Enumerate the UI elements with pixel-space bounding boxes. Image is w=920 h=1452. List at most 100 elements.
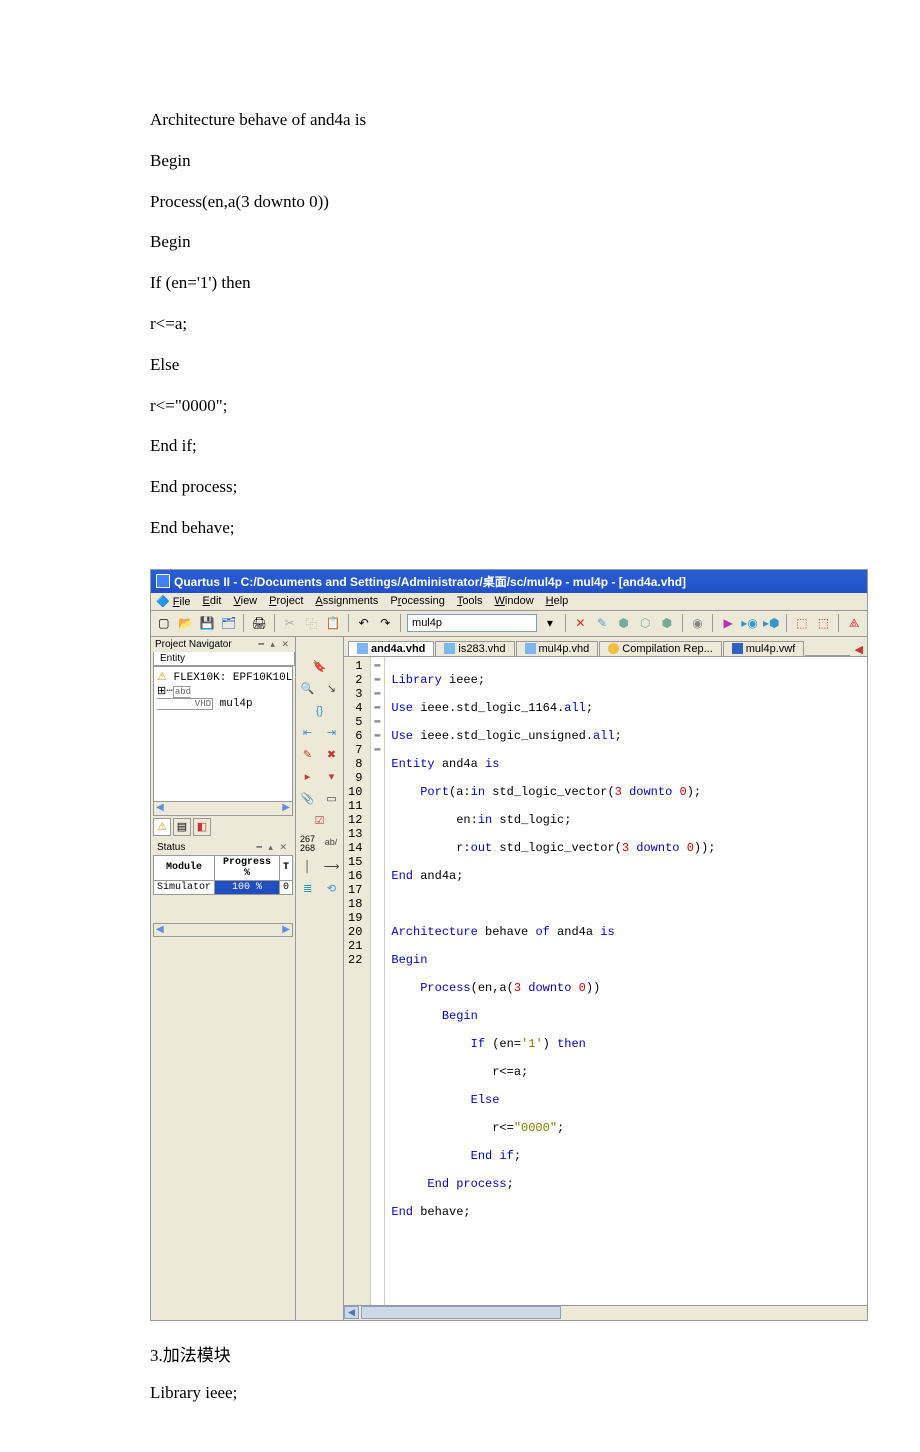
scroll-left-icon[interactable]: ◀ [344, 1306, 359, 1319]
table-row[interactable]: Simulator 100 % 0 [154, 880, 293, 894]
new-file-icon[interactable]: ▢ [155, 614, 173, 632]
vhd-badge-icon: abd VHD [157, 686, 213, 710]
panel-controls[interactable]: ━ ▴ ✕ [259, 639, 291, 650]
scroll-left-icon[interactable]: ◀ [156, 802, 164, 815]
cut-icon[interactable]: ✂ [281, 614, 299, 632]
menu-window[interactable]: Window [495, 595, 534, 608]
compile-icon[interactable]: ▶ [719, 614, 737, 632]
panel-controls[interactable]: ━ ▴ ✕ [257, 842, 289, 853]
divider-icon: │ [300, 859, 316, 875]
design-tab-icon[interactable]: ◧ [193, 818, 211, 836]
dropdown-icon[interactable]: ▾ [541, 614, 559, 632]
code-editor[interactable]: 12345678910111213141516171819202122 ▬▬▬▬… [344, 657, 867, 1305]
brace-icon[interactable]: {} [312, 703, 328, 719]
editor-side-toolbar: 🔖 🔍 ↘ {} ⇤ ⇥ ✎ ✖ ▸ ▾ 📎 ▭ ☑ 267268 ab/ │ ⟶ ≣ ⟲ [296, 637, 344, 1320]
code-line: If (en='1') then [150, 263, 770, 304]
line-numbers-icon[interactable]: 267268 [300, 835, 315, 853]
paste-icon[interactable]: 📋 [324, 614, 342, 632]
scroll-right-icon[interactable]: ▶ [282, 802, 290, 815]
arrow-icon[interactable]: ⟶ [324, 859, 340, 875]
scroll-left-icon[interactable]: ◀ [156, 924, 164, 936]
analyze-icon[interactable]: ▸◉ [741, 614, 759, 632]
stop-icon[interactable]: ◉ [689, 614, 707, 632]
menu-processing[interactable]: Processing [390, 595, 444, 608]
code-line: Begin [150, 222, 770, 263]
scroll-thumb[interactable] [361, 1306, 561, 1319]
hierarchy-tab-icon[interactable]: ⚠ [153, 818, 171, 836]
waveform-icon[interactable]: ⟁ [845, 614, 863, 632]
tabs-scroll-icon[interactable]: ◀ [851, 643, 867, 656]
menu-file[interactable]: 🔷 FFileile [156, 595, 191, 608]
window-titlebar[interactable]: Quartus II - C:/Documents and Settings/A… [151, 570, 867, 593]
fold-gutter[interactable]: ▬▬▬▬▬▬▬ [371, 657, 385, 1305]
tab-and4a[interactable]: and4a.vhd [348, 641, 434, 656]
entity-tab[interactable]: Entity [153, 652, 295, 666]
quartus-screenshot: Quartus II - C:/Documents and Settings/A… [150, 569, 868, 1321]
ab-icon[interactable]: ab/ [323, 835, 339, 851]
attach-icon[interactable]: 📎 [300, 791, 316, 807]
tab-mul4p-vhd[interactable]: mul4p.vhd [516, 641, 599, 656]
menu-assignments[interactable]: Assignments [315, 595, 378, 608]
check-icon[interactable]: ☑ [312, 813, 328, 829]
template-icon[interactable]: ▭ [324, 791, 340, 807]
toolbar-separator [712, 614, 713, 632]
col-t: T [279, 855, 292, 880]
timing-icon[interactable]: ⬢ [658, 614, 676, 632]
editor-hscroll[interactable]: ◀ [344, 1305, 867, 1320]
menu-edit[interactable]: Edit [203, 595, 222, 608]
unfold-icon[interactable]: ▾ [324, 769, 340, 785]
project-tree[interactable]: ⚠ FLEX10K: EPF10K10LC ⊞┄abd VHD mul4p ◀▶ [153, 666, 293, 816]
open-file-icon[interactable]: 📂 [177, 614, 195, 632]
redo-icon[interactable]: ↷ [376, 614, 394, 632]
uncomment-icon[interactable]: ✖ [324, 747, 340, 763]
project-name-input[interactable] [407, 614, 537, 632]
list-icon[interactable]: ≣ [300, 881, 316, 897]
assignments-icon[interactable]: ✕ [572, 614, 590, 632]
tree-hscroll[interactable]: ◀▶ [154, 801, 292, 815]
indent-right-icon[interactable]: ⇥ [324, 725, 340, 741]
menu-help[interactable]: Help [546, 595, 569, 608]
menu-tools[interactable]: Tools [457, 595, 483, 608]
menu-view[interactable]: View [233, 595, 257, 608]
findnext-icon[interactable]: ↘ [324, 681, 340, 697]
expand-icon[interactable]: ⊞ [157, 686, 166, 698]
tab-is283[interactable]: is283.vhd [435, 641, 514, 656]
save-all-icon[interactable]: 🗂 [220, 614, 238, 632]
chip-icon[interactable]: ⬚ [793, 614, 811, 632]
breakpoint-icon[interactable]: ⟲ [324, 881, 340, 897]
code-line: Library ieee; [150, 1374, 770, 1411]
tab-mul4p-vwf[interactable]: mul4p.vwf [723, 641, 805, 656]
undo-icon[interactable]: ↶ [355, 614, 373, 632]
comment-icon[interactable]: ✎ [300, 747, 316, 763]
bookmark-icon[interactable]: 🔖 [312, 659, 328, 675]
files-tab-icon[interactable]: ▤ [173, 818, 191, 836]
status-hscroll[interactable]: ◀▶ [153, 923, 293, 937]
code-line: Process(en,a(3 downto 0)) [150, 182, 770, 223]
toolbar-separator [682, 614, 683, 632]
project-navigator-header: Project Navigator ━ ▴ ✕ [151, 637, 295, 652]
print-icon[interactable]: 🖨 [250, 614, 268, 632]
tab-compilation-report[interactable]: Compilation Rep... [599, 641, 722, 656]
programmer-icon[interactable]: ⬚ [815, 614, 833, 632]
vhd-file-icon [525, 643, 536, 654]
copy-icon[interactable]: ⿻ [303, 614, 321, 632]
status-table: Module Progress % T Simulator 100 % 0 [153, 855, 293, 895]
save-icon[interactable]: 💾 [198, 614, 216, 632]
indent-left-icon[interactable]: ⇤ [300, 725, 316, 741]
scroll-right-icon[interactable]: ▶ [282, 924, 290, 936]
vhd-file-icon [444, 643, 455, 654]
cell-t: 0 [279, 880, 292, 894]
pin-icon[interactable]: ⬡ [636, 614, 654, 632]
tree-project-row[interactable]: ⊞┄abd VHD mul4p [157, 684, 289, 710]
fold-icon[interactable]: ▸ [300, 769, 316, 785]
toolbar-separator [243, 614, 244, 632]
code-content[interactable]: Library ieee; Use ieee.std_logic_1164.al… [385, 657, 721, 1305]
find-icon[interactable]: 🔍 [300, 681, 316, 697]
menu-project[interactable]: Project [269, 595, 303, 608]
section-heading: 3.加法模块 [150, 1337, 770, 1374]
warning-icon: ⚠ [157, 672, 167, 684]
simulate-icon[interactable]: ▸⬢ [762, 614, 780, 632]
app-icon [156, 574, 170, 588]
settings-icon[interactable]: ⬢ [615, 614, 633, 632]
device-icon[interactable]: ✎ [593, 614, 611, 632]
